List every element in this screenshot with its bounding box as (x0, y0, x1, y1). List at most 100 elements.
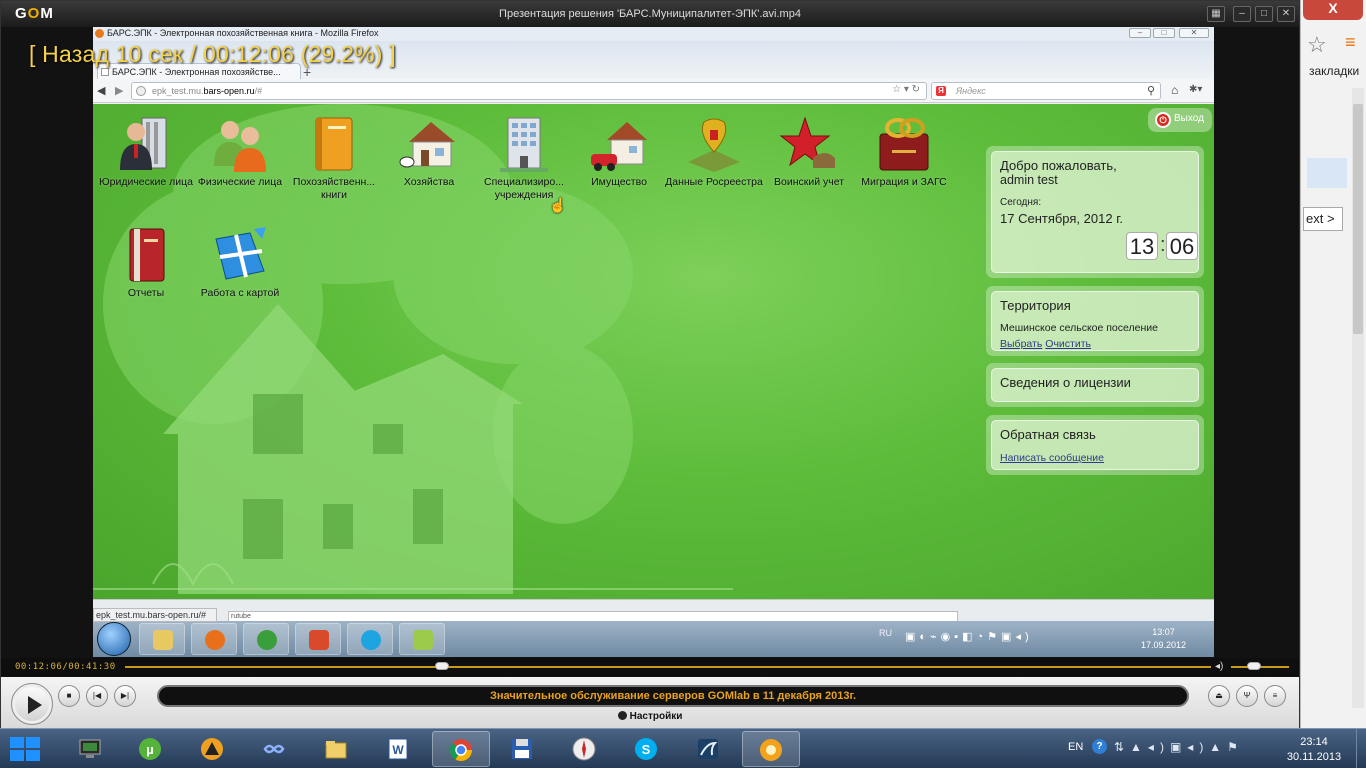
taskbar-monitor-button[interactable] (62, 731, 120, 767)
utorrent-icon: µ (139, 738, 161, 760)
territory-clear-link[interactable]: Очистить (1045, 338, 1091, 350)
app-icon-household-books[interactable]: Похозяйственн... книги (285, 114, 383, 202)
volume-knob[interactable] (1247, 662, 1262, 670)
taskbar-mysql-button[interactable] (680, 731, 738, 767)
previous-button[interactable]: |◀ (86, 685, 108, 707)
news-ticker[interactable]: Значительное обслуживание серверов GOMla… (157, 685, 1189, 707)
tray-clock[interactable]: 23:14 30.11.2013 (1282, 735, 1346, 765)
taskbar-aimp-button[interactable] (184, 731, 242, 767)
territory-links: Выбрать Очистить (1000, 334, 1190, 352)
search-icon[interactable]: ⚲ (1147, 84, 1155, 97)
feedback-widget: Обратная связь Написать сообщение (986, 415, 1204, 475)
osd-seek-message: [ Назад 10 сек / 00:12:06 (29.2%) ] (29, 41, 396, 67)
next-button[interactable]: ext > (1303, 207, 1343, 231)
home-icon[interactable]: ⌂ (1171, 83, 1178, 97)
background-browser-window: X ☆ ≡ закладки ext > (1300, 0, 1366, 728)
gom-minimize-icon[interactable]: – (1233, 6, 1251, 22)
reload-icon[interactable]: ☆ ▾ ↻ (892, 84, 920, 95)
bookmarks-label[interactable]: закладки (1309, 64, 1359, 78)
tray-language[interactable]: EN (1068, 741, 1083, 753)
firefox-titlebar: БАРС.ЭПК - Электронная похозяйственная к… (93, 27, 1214, 41)
background-scrollbar[interactable] (1352, 88, 1364, 708)
address-bar[interactable]: epk_test.mu.bars-open.ru/# ☆ ▾ ↻ (131, 82, 927, 100)
video-chrome-button[interactable] (243, 623, 289, 655)
taskbar-opera-button[interactable] (556, 731, 614, 767)
video-tray-time: 13:07 (1152, 627, 1175, 637)
menu-button[interactable]: ≡ (1264, 685, 1286, 707)
eject-button[interactable]: ⏏ (1208, 685, 1230, 707)
page-favicon-icon (101, 68, 109, 76)
taskbar-skype-button[interactable]: S (618, 731, 676, 767)
taskbar-explorer-button[interactable] (308, 731, 366, 767)
video-tray-lang[interactable]: RU (879, 628, 892, 638)
taskbar-gom-button[interactable] (742, 731, 800, 767)
app-icon-map[interactable]: Работа с картой (191, 225, 289, 300)
next-button[interactable]: ▶| (114, 685, 136, 707)
highlight-band (1307, 158, 1347, 188)
app-icon-individuals[interactable]: Физические лица (191, 114, 289, 189)
app-icon-households[interactable]: Хозяйства (380, 114, 478, 189)
background-close-button[interactable]: X (1303, 0, 1363, 20)
addons-icon[interactable]: ✱▾ (1189, 84, 1202, 95)
search-input[interactable]: Я Яндекс ⚲ (931, 82, 1161, 100)
video-firefox-button[interactable] (191, 623, 237, 655)
stop-button[interactable]: ■ (58, 685, 80, 707)
taskbar-word-button[interactable]: W (370, 731, 428, 767)
passport-rings-icon (879, 118, 929, 171)
gom-maximize-icon[interactable]: □ (1255, 6, 1273, 22)
volume-icon[interactable]: ◂) (1215, 661, 1223, 672)
app-icon-specialized-institutions[interactable]: Специализиро... учреждения (475, 114, 573, 202)
chrome-icon (450, 739, 472, 761)
seek-knob[interactable] (435, 662, 450, 670)
equalizer-button[interactable]: Ψ (1236, 685, 1258, 707)
video-app-button[interactable] (295, 623, 341, 655)
license-title[interactable]: Сведения о лицензии (1000, 375, 1190, 390)
help-icon[interactable]: ? (1092, 739, 1107, 754)
taskbar-infinity-button[interactable] (246, 731, 304, 767)
ff-close-icon[interactable]: ✕ (1179, 28, 1209, 38)
yandex-icon: Я (936, 86, 946, 96)
firefox-navbar: ◀ ▶ epk_test.mu.bars-open.ru/# ☆ ▾ ↻ Я Я… (93, 79, 1214, 103)
taskbar-chrome-button[interactable] (432, 731, 490, 767)
video-frame[interactable]: БАРС.ЭПК - Электронная похозяйственная к… (93, 27, 1214, 657)
clock-colon: : (1160, 234, 1166, 256)
gom-playlist-icon[interactable]: ▦ (1207, 6, 1225, 22)
app-icon-rosreestr[interactable]: Данные Росреестра (665, 114, 763, 189)
search-placeholder: Яндекс (956, 86, 986, 96)
write-message-link[interactable]: Написать сообщение (1000, 452, 1104, 464)
report-book-icon (129, 228, 165, 282)
logout-button[interactable]: ⏻ Выход (1148, 108, 1212, 132)
scrollbar-thumb[interactable] (1353, 104, 1363, 334)
video-explorer-button[interactable] (139, 623, 185, 655)
video-skype-button[interactable] (347, 623, 393, 655)
app-icon-military-register[interactable]: Воинский учет (760, 114, 858, 189)
territory-select-link[interactable]: Выбрать (1000, 338, 1042, 350)
show-desktop-button[interactable] (1356, 729, 1366, 768)
seek-bar[interactable] (125, 666, 1211, 668)
bookmark-star-icon[interactable]: ☆ (1307, 32, 1327, 58)
video-tray-clock[interactable]: 13:07 17.09.2012 (1141, 626, 1186, 652)
app-icon-legal-entities[interactable]: Юридические лица (97, 114, 195, 189)
ff-minimize-icon[interactable]: – (1129, 28, 1151, 38)
hamburger-menu-icon[interactable]: ≡ (1345, 32, 1356, 53)
settings-button[interactable]: Настройки (1, 711, 1299, 722)
firefox-icon (95, 29, 104, 38)
epk-page: Юридические лица Физические лица Похозяй… (93, 104, 1214, 599)
dolphin-icon (698, 739, 718, 759)
app-icon-reports[interactable]: Отчеты (97, 225, 195, 300)
ff-maximize-icon[interactable]: □ (1153, 28, 1175, 38)
taskbar-save-button[interactable] (494, 731, 552, 767)
video-tray-icons[interactable]: ▣◐⌁◉▪◧◔⚑▣◂) (905, 630, 1033, 643)
monitor-icon (79, 739, 101, 758)
app-icon-property[interactable]: Имущество (570, 114, 668, 189)
taskbar-utorrent-button[interactable]: µ (122, 731, 180, 767)
start-button[interactable] (4, 731, 46, 767)
tray-icons[interactable]: ⇅▲◂)▣◂)▲⚑ (1114, 740, 1244, 754)
video-notes-button[interactable] (399, 623, 445, 655)
forward-arrow-icon[interactable]: ▶ (115, 84, 123, 97)
app-icon-migration-registry[interactable]: Миграция и ЗАГС (855, 114, 953, 189)
back-arrow-icon[interactable]: ◀ (97, 84, 105, 97)
video-start-button[interactable] (97, 622, 131, 656)
gom-close-icon[interactable]: ✕ (1277, 6, 1295, 22)
windows-logo-icon (10, 737, 40, 761)
